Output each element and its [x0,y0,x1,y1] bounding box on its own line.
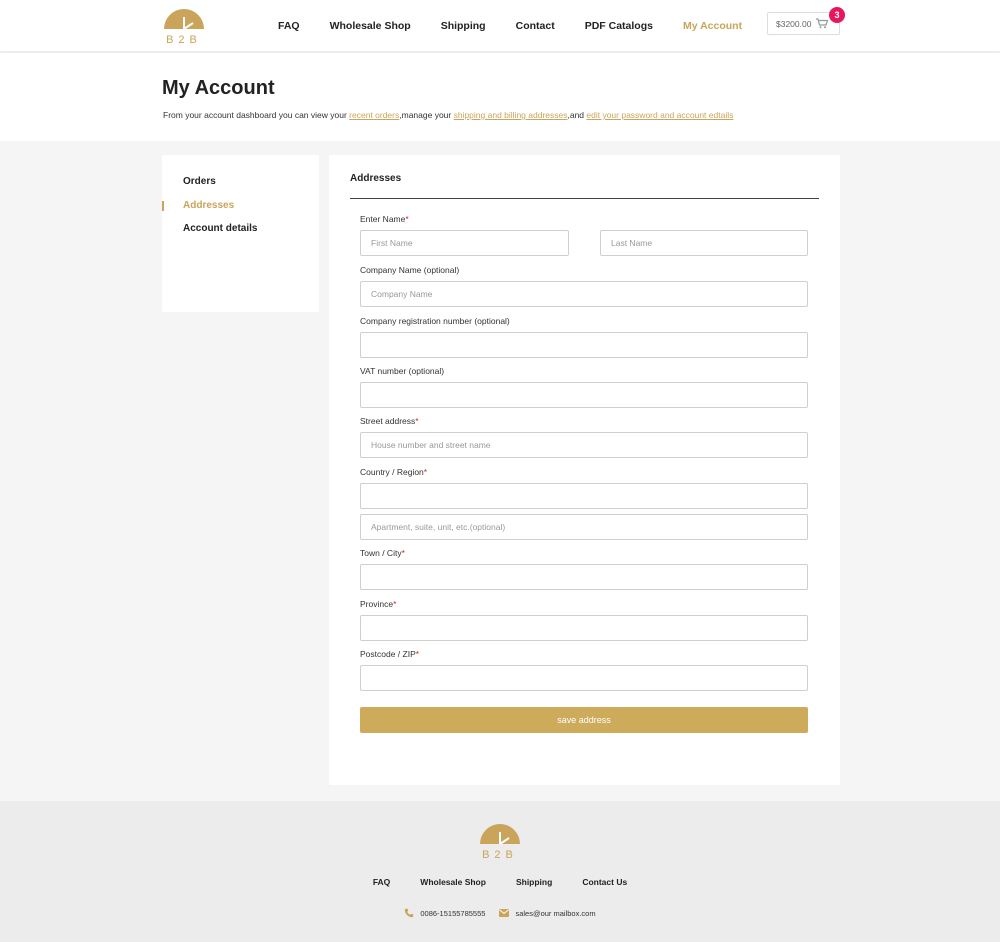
sidebar-item-addresses[interactable]: Addresses [183,200,234,211]
footer-nav-contact-us[interactable]: Contact Us [582,877,627,887]
nav-wholesale-shop[interactable]: Wholesale Shop [330,20,411,32]
panel-divider [350,198,819,199]
addresses-panel: Addresses Enter Name* Company Name (opti… [329,155,840,785]
company-name-input[interactable] [360,281,808,307]
main-nav: FAQ Wholesale Shop Shipping Contact PDF … [263,0,757,52]
last-name-input[interactable] [600,230,808,256]
nav-shipping[interactable]: Shipping [441,20,486,32]
phone-icon [405,908,414,918]
recent-orders-link[interactable]: recent orders [349,110,399,120]
site-footer: B2B FAQ Wholesale Shop Shipping Contact … [0,801,1000,942]
nav-faq[interactable]: FAQ [278,20,300,32]
province-input[interactable] [360,615,808,641]
cart-total: $3200.00 [776,18,812,29]
account-details-link[interactable]: edit your password and account edtails [586,110,733,120]
postcode-label: Postcode / ZIP* [360,649,420,659]
intro-text-2: ,manage your [399,110,454,120]
b2b-logo-icon[interactable]: B2B [162,9,206,45]
apartment-input[interactable] [360,514,808,540]
vat-label: VAT number (optional) [360,366,445,376]
postcode-input[interactable] [360,665,808,691]
country-label: Country / Region* [360,467,428,477]
svg-text:B2B: B2B [166,34,202,45]
town-city-input[interactable] [360,564,808,590]
page-title: My Account [162,77,275,99]
nav-pdf-catalogs[interactable]: PDF Catalogs [585,20,653,32]
sidebar-item-orders[interactable]: Orders [183,176,216,187]
city-label: Town / City* [360,548,405,558]
cart-icon [816,18,829,29]
sidebar-item-account-details[interactable]: Account details [183,223,257,234]
footer-nav-shipping[interactable]: Shipping [516,877,552,887]
svg-text:B2B: B2B [482,849,518,860]
footer-nav: FAQ Wholesale Shop Shipping Contact Us [0,877,1000,887]
nav-contact[interactable]: Contact [516,20,555,32]
registration-number-input[interactable] [360,332,808,358]
street-address-input[interactable] [360,432,808,458]
dashboard-intro: From your account dashboard you can view… [163,110,733,120]
site-header: B2B FAQ Wholesale Shop Shipping Contact … [0,0,1000,52]
country-region-input[interactable] [360,483,808,509]
page-header: My Account From your account dashboard y… [0,53,1000,141]
intro-text-3: ,and [567,110,587,120]
mail-icon [499,909,510,917]
active-item-marker [162,201,164,211]
province-label: Province* [360,599,397,609]
name-label: Enter Name* [360,214,409,224]
registration-label: Company registration number (optional) [360,316,510,326]
account-sidebar: Orders Addresses Account details [162,155,319,312]
first-name-input[interactable] [360,230,569,256]
footer-nav-faq[interactable]: FAQ [373,877,390,887]
addresses-link[interactable]: shipping and billing addresses [454,110,568,120]
intro-text-1: From your account dashboard you can view… [163,110,350,120]
street-label: Street address* [360,416,419,426]
vat-number-input[interactable] [360,382,808,408]
cart-count-badge: 3 [829,7,845,23]
company-label: Company Name (optional) [360,265,460,275]
panel-title: Addresses [350,173,402,184]
footer-contact: 0086-15155785555 sales@our mailbox.com [0,908,1000,918]
footer-nav-wholesale-shop[interactable]: Wholesale Shop [420,877,486,887]
b2b-footer-logo-icon[interactable]: B2B [478,824,522,860]
save-address-button[interactable]: save address [360,707,808,733]
footer-phone[interactable]: 0086-15155785555 [420,909,485,918]
footer-email[interactable]: sales@our mailbox.com [515,909,595,918]
nav-my-account[interactable]: My Account [683,20,742,32]
